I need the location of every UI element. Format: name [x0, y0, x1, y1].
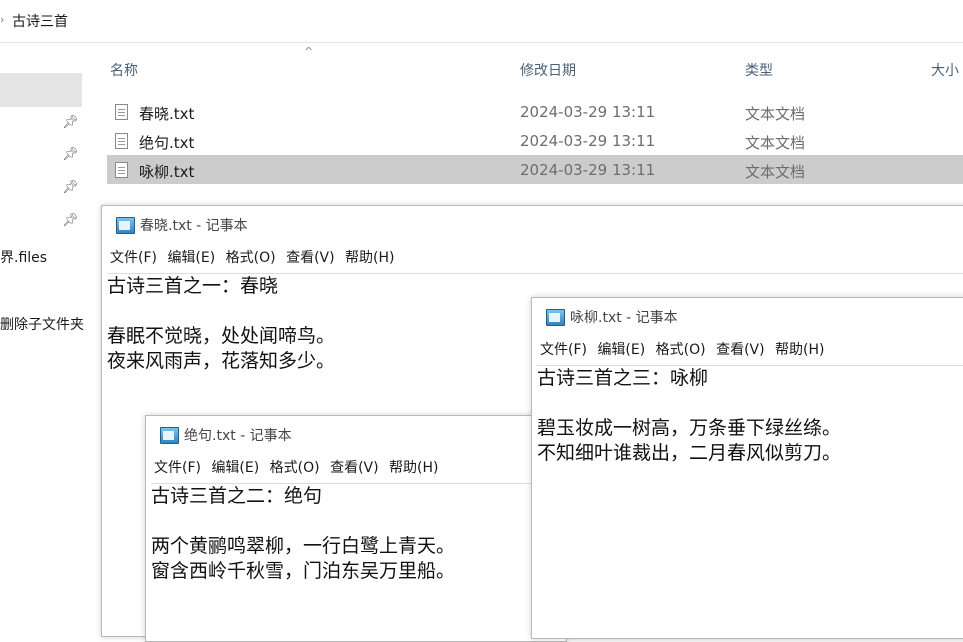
- menu-format[interactable]: 格式(O): [226, 250, 276, 266]
- menu-help[interactable]: 帮助(H): [389, 460, 438, 476]
- pin-icon[interactable]: 📌︎: [62, 147, 79, 162]
- title-bar[interactable]: 咏柳.txt - 记事本: [532, 298, 963, 334]
- file-type: 文本文档: [745, 134, 806, 152]
- column-header-date[interactable]: 修改日期: [520, 60, 576, 80]
- column-header-type[interactable]: 类型: [745, 60, 773, 80]
- pin-icon[interactable]: 📌︎: [62, 213, 79, 228]
- breadcrumb-item[interactable]: 古诗三首: [12, 11, 68, 31]
- notepad-window-yongliu[interactable]: 咏柳.txt - 记事本 文件(F) 编辑(E) 格式(O) 查看(V) 帮助(…: [531, 297, 963, 639]
- menu-view[interactable]: 查看(V): [330, 460, 379, 476]
- file-date: 2024-03-29 13:11: [520, 161, 656, 179]
- window-title: 绝句.txt - 记事本: [184, 428, 292, 444]
- file-name: 春晓.txt: [139, 105, 195, 123]
- text-line: 古诗三首之一：春晓: [107, 275, 279, 297]
- menu-file[interactable]: 文件(F): [154, 460, 201, 476]
- notepad-window-jueju[interactable]: 绝句.txt - 记事本 文件(F) 编辑(E) 格式(O) 查看(V) 帮助(…: [145, 415, 567, 642]
- text-file-icon: [115, 162, 128, 178]
- text-line: 不知细叶谁裁出，二月春风似剪刀。: [537, 442, 842, 464]
- navigation-pane: 📌︎ 📌︎ 📌︎ 📌︎ 界.files 删除子文件夹: [0, 43, 84, 629]
- text-file-icon: [115, 104, 128, 120]
- sidebar-item-label[interactable]: 删除子文件夹: [0, 314, 84, 334]
- breadcrumb: › 古诗三首: [0, 0, 963, 43]
- text-file-icon: [115, 133, 128, 149]
- menu-bar: 文件(F) 编辑(E) 格式(O) 查看(V) 帮助(H): [540, 339, 831, 359]
- text-line: 两个黄鹂鸣翠柳，一行白鹭上青天。: [151, 535, 456, 557]
- chevron-right-icon: ›: [0, 13, 5, 26]
- text-editor[interactable]: 古诗三首之二：绝句 两个黄鹂鸣翠柳，一行白鹭上青天。 窗含西岭千秋雪，门泊东吴万…: [151, 483, 566, 641]
- title-bar[interactable]: 绝句.txt - 记事本: [146, 416, 566, 452]
- file-date: 2024-03-29 13:11: [520, 132, 656, 150]
- file-type: 文本文档: [745, 105, 806, 123]
- menu-edit[interactable]: 编辑(E): [597, 342, 645, 358]
- file-name: 咏柳.txt: [139, 163, 195, 181]
- menu-edit[interactable]: 编辑(E): [167, 250, 215, 266]
- file-row-selected[interactable]: 咏柳.txt 2024-03-29 13:11 文本文档: [107, 155, 963, 184]
- file-row[interactable]: 春晓.txt 2024-03-29 13:11 文本文档: [107, 97, 963, 126]
- sidebar-item-selected[interactable]: [0, 73, 82, 107]
- menu-file[interactable]: 文件(F): [540, 342, 587, 358]
- menu-bar: 文件(F) 编辑(E) 格式(O) 查看(V) 帮助(H): [110, 247, 401, 267]
- notepad-icon: [116, 217, 135, 234]
- notepad-icon: [160, 427, 179, 444]
- file-type: 文本文档: [745, 163, 806, 181]
- pin-icon[interactable]: 📌︎: [62, 115, 79, 130]
- menu-format[interactable]: 格式(O): [270, 460, 320, 476]
- text-line: 古诗三首之二：绝句: [151, 485, 323, 507]
- file-row[interactable]: 绝句.txt 2024-03-29 13:11 文本文档: [107, 126, 963, 155]
- title-bar[interactable]: 春晓.txt - 记事本: [102, 206, 963, 242]
- file-name: 绝句.txt: [139, 134, 195, 152]
- column-headers: ^ 名称 修改日期 类型 大小: [82, 43, 963, 95]
- menu-edit[interactable]: 编辑(E): [211, 460, 259, 476]
- menu-file[interactable]: 文件(F): [110, 250, 157, 266]
- window-title: 春晓.txt - 记事本: [140, 218, 248, 234]
- text-line: [537, 391, 963, 416]
- file-date: 2024-03-29 13:11: [520, 103, 656, 121]
- pin-icon[interactable]: 📌︎: [62, 180, 79, 195]
- menu-view[interactable]: 查看(V): [716, 342, 765, 358]
- text-line: 窗含西岭千秋雪，门泊东吴万里船。: [151, 560, 456, 582]
- notepad-icon: [546, 309, 565, 326]
- column-header-size[interactable]: 大小: [931, 60, 959, 80]
- text-line: [151, 509, 566, 534]
- sidebar-item-label[interactable]: 界.files: [0, 247, 47, 267]
- column-header-name[interactable]: 名称: [110, 60, 138, 80]
- sort-ascending-icon: ^: [304, 45, 314, 58]
- menu-help[interactable]: 帮助(H): [345, 250, 394, 266]
- menu-bar: 文件(F) 编辑(E) 格式(O) 查看(V) 帮助(H): [154, 457, 445, 477]
- menu-format[interactable]: 格式(O): [656, 342, 706, 358]
- text-editor[interactable]: 古诗三首之三：咏柳 碧玉妆成一树高，万条垂下绿丝绦。 不知细叶谁裁出，二月春风似…: [537, 365, 963, 638]
- text-line: 碧玉妆成一树高，万条垂下绿丝绦。: [537, 417, 842, 439]
- menu-view[interactable]: 查看(V): [286, 250, 335, 266]
- text-line: 古诗三首之三：咏柳: [537, 367, 709, 389]
- window-title: 咏柳.txt - 记事本: [570, 310, 678, 326]
- menu-help[interactable]: 帮助(H): [775, 342, 824, 358]
